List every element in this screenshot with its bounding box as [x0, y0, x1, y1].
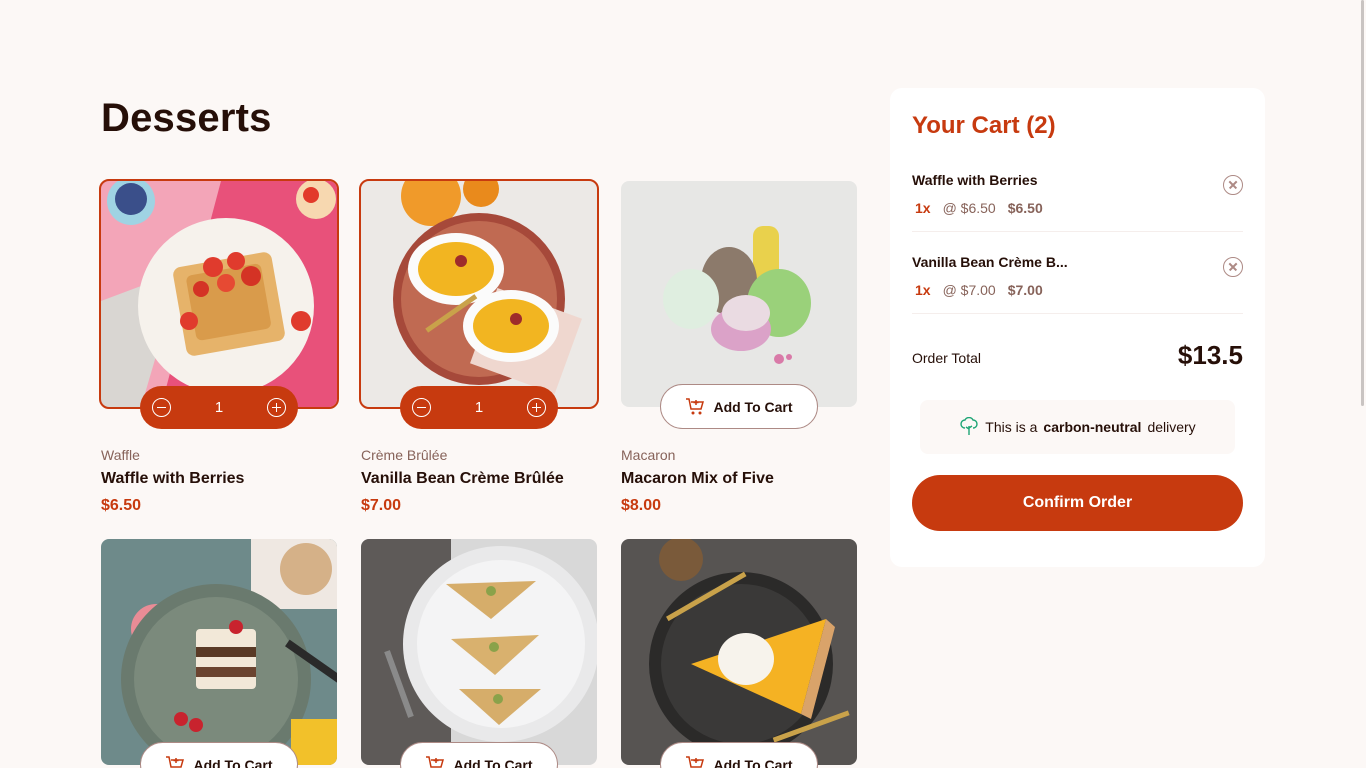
carbon-prefix: This is a	[985, 419, 1038, 435]
cart-add-icon	[426, 755, 445, 768]
cart-item-name: Vanilla Bean Crème B...	[912, 254, 1068, 270]
quantity-stepper[interactable]: 1	[140, 386, 298, 429]
carbon-suffix: delivery	[1147, 419, 1196, 435]
add-to-cart-button[interactable]: Add To Cart	[660, 384, 818, 429]
cart-add-icon	[686, 755, 705, 768]
page-title: Desserts	[101, 96, 272, 140]
add-to-cart-label: Add To Cart	[193, 756, 273, 768]
product-card: Add To Cart	[101, 539, 337, 768]
product-image-tiramisu	[101, 539, 337, 765]
cart-item-total: $6.50	[1007, 200, 1043, 216]
plus-icon[interactable]	[527, 398, 546, 417]
product-image-waffle	[99, 179, 339, 409]
product-image-baklava	[361, 539, 597, 765]
product-image-pie	[621, 539, 857, 765]
remove-item-icon[interactable]	[1223, 257, 1243, 277]
cart-item-unit-price: @ $6.50	[942, 200, 996, 216]
minus-icon[interactable]	[412, 398, 431, 417]
product-card: Add To Cart Macaron Macaron Mix of Five …	[621, 181, 857, 514]
page-scrollbar[interactable]	[1361, 0, 1364, 406]
product-image-creme-brulee	[359, 179, 599, 409]
order-total-value: $13.5	[1177, 340, 1243, 370]
product-price: $6.50	[101, 497, 142, 514]
plus-icon[interactable]	[267, 398, 286, 417]
quantity-stepper[interactable]: 1	[400, 386, 558, 429]
add-to-cart-button[interactable]: Add To Cart	[140, 742, 298, 768]
order-total: Order Total $13.5	[912, 314, 1243, 400]
product-name: Waffle with Berries	[101, 470, 245, 487]
order-total-label: Order Total	[912, 350, 981, 366]
quantity-value: 1	[214, 399, 224, 416]
product-price: $8.00	[621, 497, 662, 514]
product-image-macaron	[621, 181, 857, 407]
carbon-bold: carbon-neutral	[1043, 419, 1142, 435]
cart-add-icon	[166, 755, 185, 768]
cart-item-name: Waffle with Berries	[912, 172, 1038, 188]
confirm-order-button[interactable]: Confirm Order	[912, 475, 1243, 531]
quantity-value: 1	[474, 399, 484, 416]
add-to-cart-label: Add To Cart	[453, 756, 533, 768]
add-to-cart-button[interactable]: Add To Cart	[400, 742, 558, 768]
product-card: 1 Crème Brûlée Vanilla Bean Crème Brûlée…	[359, 179, 599, 514]
product-card: Add To Cart	[621, 539, 857, 768]
cart-item: Vanilla Bean Crème B... 1x @ $7.00 $7.00	[912, 232, 1243, 314]
tree-icon	[960, 417, 978, 435]
cart-item-qty: 1x	[915, 200, 931, 216]
carbon-neutral-notice: This is a carbon-neutral delivery	[920, 400, 1235, 454]
product-category: Macaron	[621, 447, 676, 463]
minus-icon[interactable]	[152, 398, 171, 417]
product-category: Crème Brûlée	[361, 447, 448, 463]
add-to-cart-label: Add To Cart	[713, 756, 793, 768]
add-to-cart-button[interactable]: Add To Cart	[660, 742, 818, 768]
product-card: 1 Waffle Waffle with Berries $6.50	[99, 179, 339, 514]
product-card: Add To Cart	[361, 539, 597, 768]
product-price: $7.00	[361, 497, 402, 514]
product-name: Macaron Mix of Five	[621, 470, 774, 487]
cart-item-qty: 1x	[915, 282, 931, 298]
product-name: Vanilla Bean Crème Brûlée	[361, 470, 564, 487]
cart-item-total: $7.00	[1007, 282, 1043, 298]
cart-item: Waffle with Berries 1x @ $6.50 $6.50	[912, 150, 1243, 232]
cart-add-icon	[686, 397, 705, 414]
cart-item-unit-price: @ $7.00	[942, 282, 996, 298]
cart-panel: Your Cart (2) Waffle with Berries 1x @ $…	[890, 88, 1265, 567]
remove-item-icon[interactable]	[1223, 175, 1243, 195]
product-category: Waffle	[101, 447, 140, 463]
add-to-cart-label: Add To Cart	[713, 398, 793, 415]
cart-title: Your Cart (2)	[912, 112, 1056, 139]
